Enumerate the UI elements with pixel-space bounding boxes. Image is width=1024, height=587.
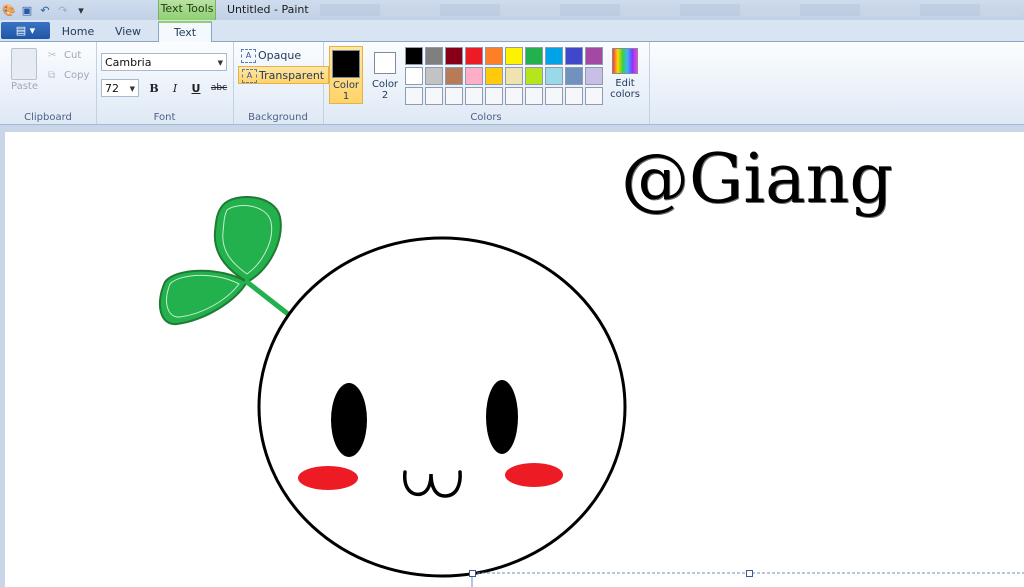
palette-color-swatch[interactable]: [565, 47, 583, 65]
palette-color-swatch[interactable]: [405, 67, 423, 85]
font-family-select[interactable]: Cambria ▼: [101, 53, 227, 71]
left-eye: [331, 383, 367, 457]
color2-button[interactable]: Color 2: [368, 46, 402, 104]
ribbon: Paste ✂ Cut ⧉ Copy Clipboard Font Cambri…: [0, 42, 1024, 125]
palette-color-swatch[interactable]: [465, 47, 483, 65]
bold-button[interactable]: B: [145, 80, 163, 97]
background-group-label: Background: [248, 112, 308, 123]
clipboard-group-label: Clipboard: [24, 112, 72, 123]
color1-swatch: [332, 50, 360, 78]
redo-icon[interactable]: ↷: [56, 3, 70, 17]
palette-color-swatch[interactable]: [525, 47, 543, 65]
palette-color-swatch[interactable]: [585, 47, 603, 65]
canvas-text[interactable]: @Giang: [621, 146, 893, 214]
tab-home[interactable]: Home: [55, 22, 101, 41]
transparent-button[interactable]: A Transparent: [238, 66, 330, 84]
edit-colors-icon: [612, 48, 638, 74]
clipboard-group: Paste ✂ Cut ⧉ Copy Clipboard: [0, 42, 97, 124]
font-size-select[interactable]: 72 ▼: [101, 79, 139, 97]
color2-number: 2: [381, 90, 389, 101]
palette-color-swatch[interactable]: [545, 67, 563, 85]
menu-icon: ▤ ▾: [15, 24, 36, 37]
palette-color-swatch[interactable]: [505, 47, 523, 65]
palette-color-swatch[interactable]: [545, 87, 563, 105]
palette-color-swatch[interactable]: [585, 87, 603, 105]
text-tools-context-tab: Text Tools: [158, 0, 216, 20]
copy-button[interactable]: Copy: [64, 70, 89, 81]
palette-color-swatch[interactable]: [565, 67, 583, 85]
palette-color-swatch[interactable]: [425, 87, 443, 105]
left-blush: [298, 466, 358, 490]
palette-color-swatch[interactable]: [425, 67, 443, 85]
color2-swatch: [374, 52, 396, 74]
save-icon[interactable]: ▣: [20, 3, 34, 17]
colors-group-label: Colors: [470, 112, 502, 123]
opaque-icon: A: [241, 49, 256, 63]
palette-color-swatch[interactable]: [485, 47, 503, 65]
chevron-down-icon: ▼: [129, 85, 135, 93]
chevron-down-icon: ▼: [217, 59, 223, 67]
font-family-value: Cambria: [105, 56, 152, 69]
palette-color-swatch[interactable]: [485, 67, 503, 85]
palette-color-swatch[interactable]: [485, 87, 503, 105]
right-blush: [505, 463, 563, 487]
palette-color-swatch[interactable]: [525, 87, 543, 105]
edit-colors-button[interactable]: Edit colors: [607, 46, 643, 100]
edit-colors-label-line1: Edit: [615, 78, 635, 89]
selection-handle[interactable]: [469, 570, 476, 577]
color1-label: Color: [332, 80, 360, 91]
palette-color-swatch[interactable]: [405, 87, 423, 105]
palette-color-swatch[interactable]: [505, 67, 523, 85]
paint-app-icon[interactable]: 🎨: [2, 3, 16, 17]
palette-color-swatch[interactable]: [405, 47, 423, 65]
right-eye: [486, 380, 518, 454]
palette-color-swatch[interactable]: [505, 87, 523, 105]
palette-color-swatch[interactable]: [425, 47, 443, 65]
ribbon-tab-row: ▤ ▾ Home View Text: [0, 20, 1024, 42]
palette-color-swatch[interactable]: [445, 47, 463, 65]
transparent-label: Transparent: [259, 69, 325, 82]
tab-view[interactable]: View: [105, 22, 151, 41]
copy-icon: ⧉: [48, 70, 56, 81]
italic-button[interactable]: I: [166, 80, 184, 97]
quick-access-toolbar: 🎨 ▣ ↶ ↷ ▾: [0, 1, 88, 19]
paste-icon: [11, 48, 37, 80]
title-bar-background: [320, 4, 1020, 16]
window-title: Untitled - Paint: [227, 3, 309, 16]
edit-colors-label-line2: colors: [610, 89, 640, 100]
transparent-icon: A: [242, 69, 257, 83]
palette-color-swatch[interactable]: [565, 87, 583, 105]
palette-color-swatch[interactable]: [545, 47, 563, 65]
font-size-value: 72: [105, 82, 119, 95]
color1-button[interactable]: Color 1: [329, 46, 363, 104]
face-outline: [257, 236, 627, 578]
title-bar: 🎨 ▣ ↶ ↷ ▾ Text Tools Untitled - Paint: [0, 0, 1024, 20]
opaque-button[interactable]: A Opaque: [238, 47, 305, 65]
palette-color-swatch[interactable]: [585, 67, 603, 85]
customize-toolbar-icon[interactable]: ▾: [74, 3, 88, 17]
file-menu-button[interactable]: ▤ ▾: [1, 22, 50, 39]
strikethrough-button[interactable]: abc: [208, 80, 230, 97]
undo-icon[interactable]: ↶: [38, 3, 52, 17]
cut-button[interactable]: Cut: [64, 50, 81, 61]
selection-handle[interactable]: [746, 570, 753, 577]
palette-color-swatch[interactable]: [525, 67, 543, 85]
palette-color-swatch[interactable]: [445, 87, 463, 105]
stem-line: [244, 279, 291, 317]
font-group-label: Font: [153, 112, 176, 123]
palette-color-swatch[interactable]: [465, 87, 483, 105]
color1-number: 1: [342, 91, 350, 102]
color-palette: [405, 47, 603, 105]
opaque-label: Opaque: [258, 49, 302, 62]
palette-color-swatch[interactable]: [445, 67, 463, 85]
paste-button[interactable]: Paste: [11, 81, 38, 92]
palette-color-swatch[interactable]: [465, 67, 483, 85]
tab-text[interactable]: Text: [158, 21, 212, 42]
cut-icon: ✂: [48, 50, 57, 61]
underline-button[interactable]: U: [187, 80, 205, 97]
color2-label: Color: [371, 79, 399, 90]
